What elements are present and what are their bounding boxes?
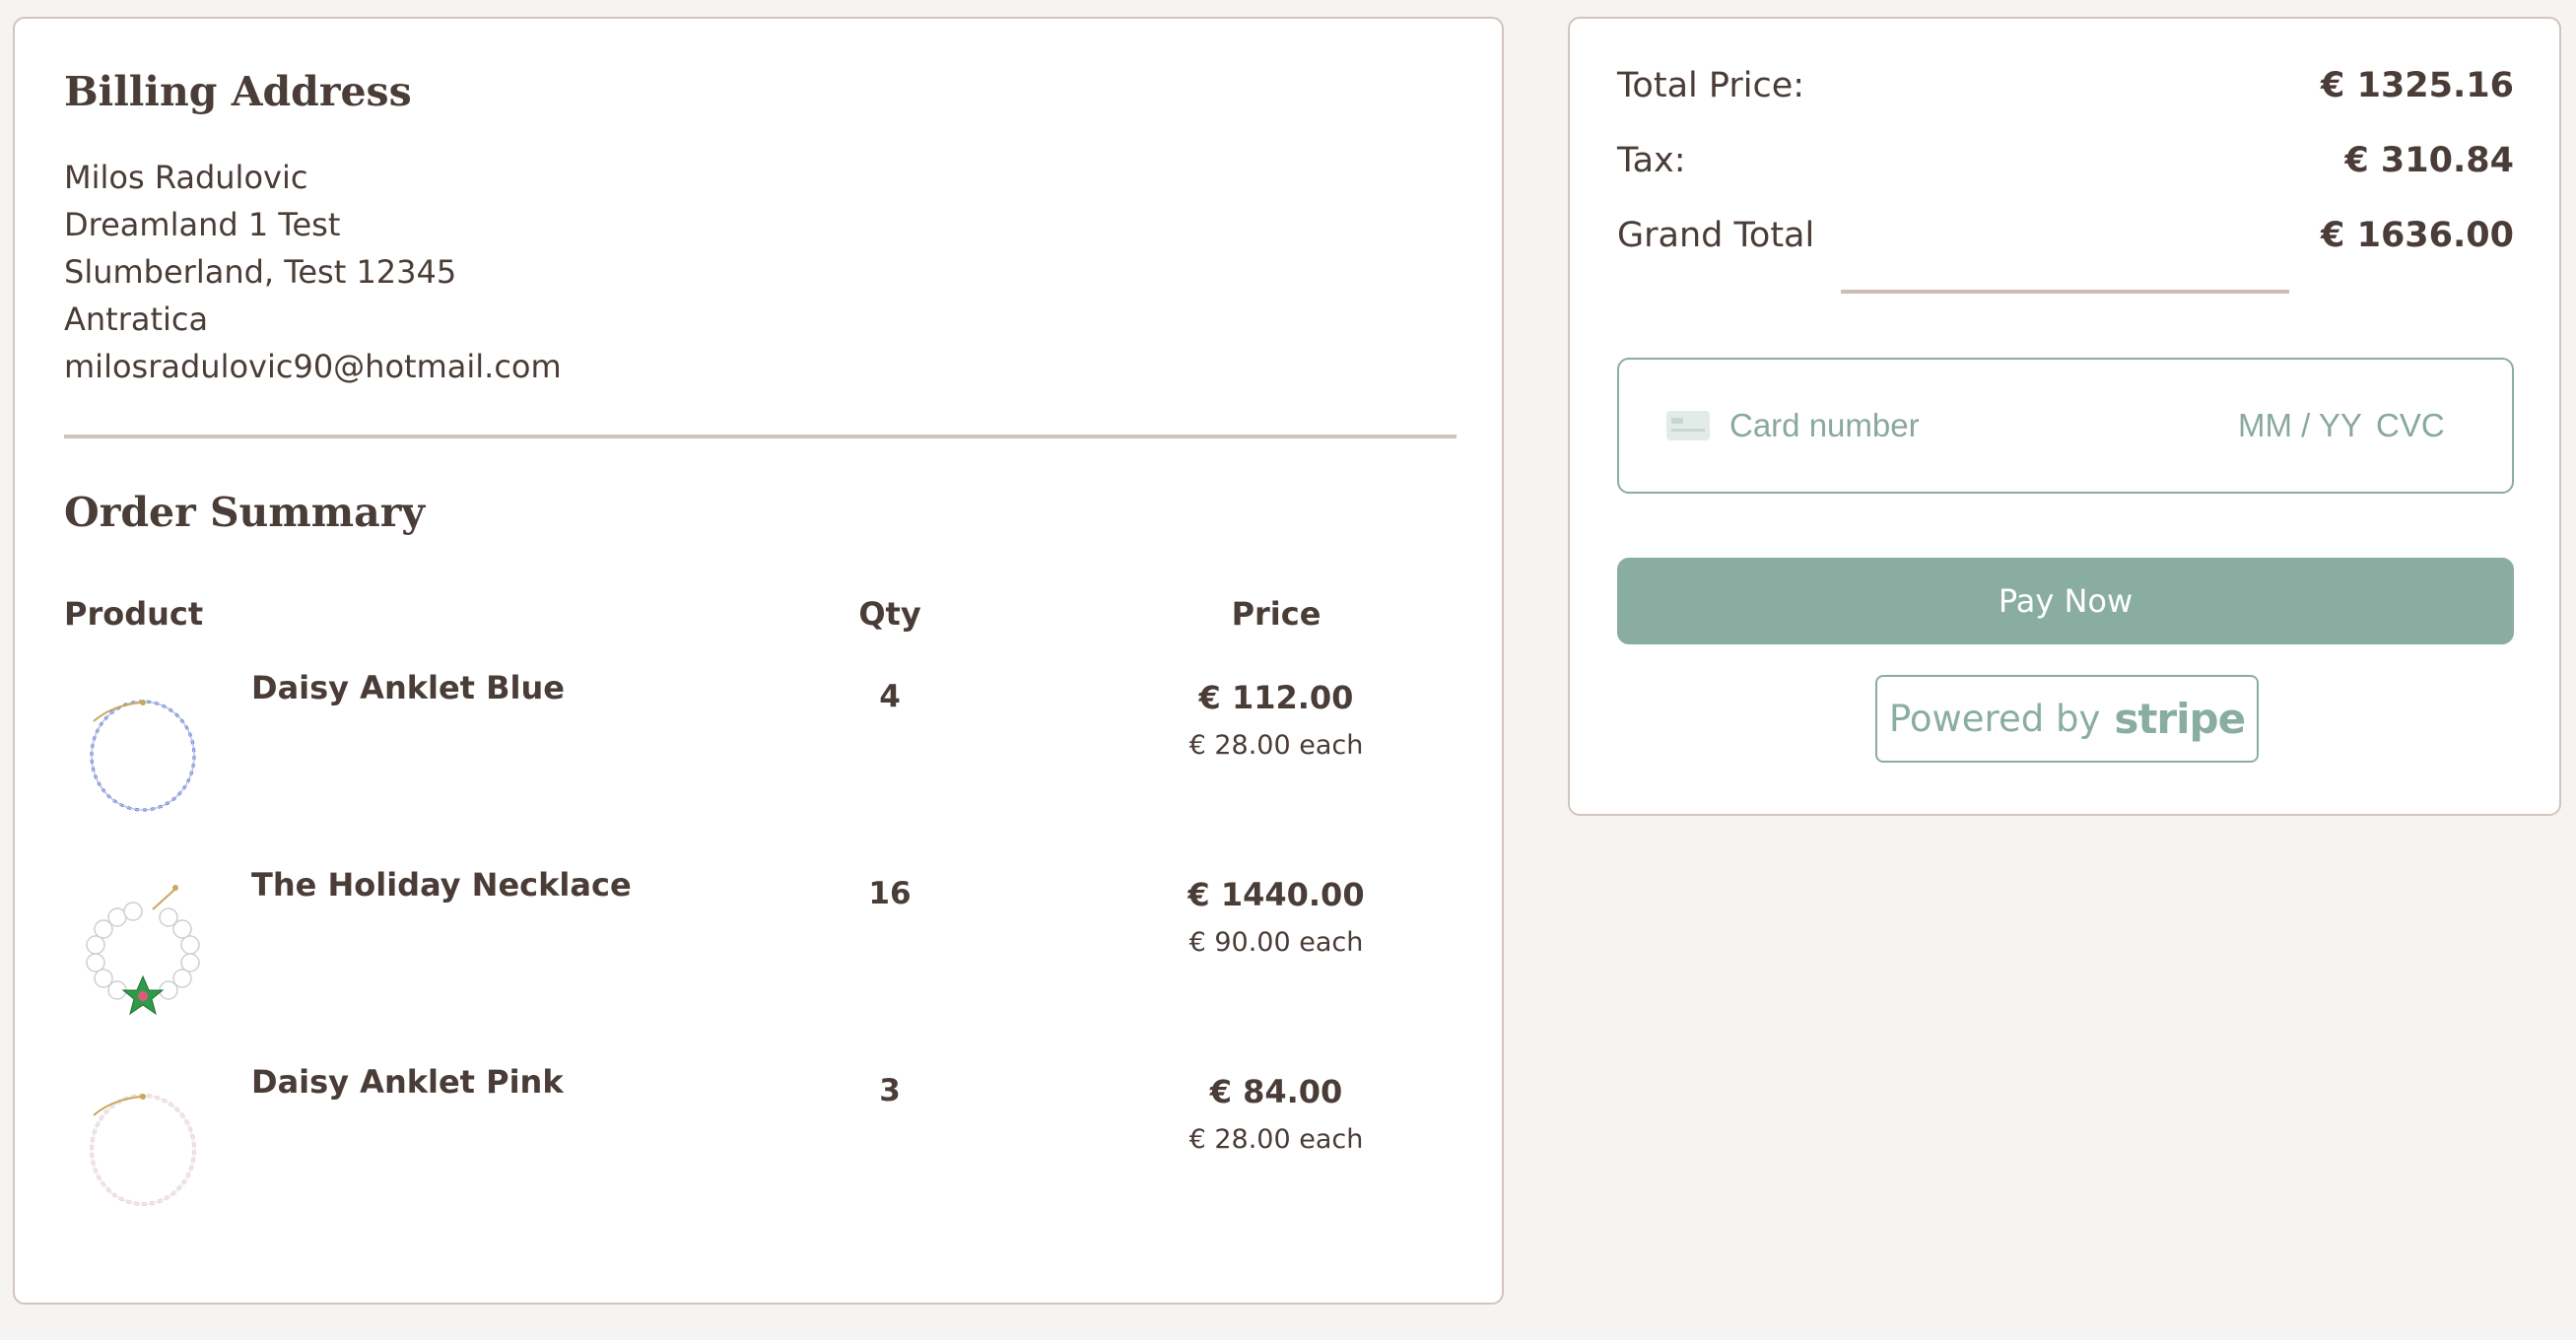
card-cvc-input[interactable]: CVC — [2376, 407, 2445, 444]
card-expiry-input[interactable]: MM / YY — [2238, 407, 2362, 444]
product-unit-price: € 90.00 each — [1188, 927, 1364, 958]
tax-row: Tax: € 310.84 — [1617, 141, 2514, 190]
product-qty: 16 — [868, 876, 912, 911]
card-number-input[interactable]: Card number — [1729, 407, 1920, 444]
product-name: Daisy Anklet Pink — [251, 1063, 564, 1101]
grand-total-value: € 1636.00 — [2321, 216, 2514, 255]
section-divider — [64, 435, 1457, 438]
tax-value: € 310.84 — [2344, 141, 2514, 180]
total-price-row: Total Price: € 1325.16 — [1617, 66, 2514, 115]
billing-country: Antratica — [64, 301, 209, 338]
total-price-value: € 1325.16 — [2321, 66, 2514, 105]
holiday-necklace-image — [74, 880, 212, 1018]
billing-order-card: Billing Address Milos Radulovic Dreamlan… — [13, 17, 1504, 1305]
product-name: The Holiday Necklace — [251, 866, 632, 904]
tax-label: Tax: — [1617, 141, 1686, 180]
column-header-qty: Qty — [858, 595, 921, 633]
billing-city: Slumberland, Test 12345 — [64, 253, 457, 291]
total-price-label: Total Price: — [1617, 66, 1805, 105]
billing-address-title: Billing Address — [64, 68, 412, 115]
payment-card: Total Price: € 1325.16 Tax: € 310.84 Gra… — [1568, 17, 2561, 816]
credit-card-icon — [1666, 411, 1710, 440]
product-total-price: € 1440.00 — [1187, 876, 1365, 913]
product-unit-price: € 28.00 each — [1188, 730, 1364, 761]
order-summary-title: Order Summary — [64, 489, 426, 536]
product-total-price: € 112.00 — [1198, 679, 1354, 716]
powered-by-stripe-badge[interactable]: Powered by stripe — [1875, 675, 2259, 763]
order-item-row: Daisy Anklet Pink 3 € 84.00 € 28.00 each — [15, 1063, 1502, 1250]
billing-street: Dreamland 1 Test — [64, 206, 341, 243]
stripe-logo: stripe — [2114, 695, 2246, 743]
grand-total-row: Grand Total € 1636.00 — [1617, 216, 2514, 265]
card-input-field[interactable]: Card number MM / YY CVC — [1617, 358, 2514, 494]
order-item-row: The Holiday Necklace 16 € 1440.00 € 90.0… — [15, 866, 1502, 1053]
product-qty: 3 — [879, 1073, 901, 1108]
pink-anklet-image — [74, 1071, 212, 1209]
grand-total-label: Grand Total — [1617, 216, 1815, 255]
order-item-row: Daisy Anklet Blue 4 € 112.00 € 28.00 eac… — [15, 669, 1502, 856]
billing-name: Milos Radulovic — [64, 159, 308, 196]
billing-email: milosradulovic90@hotmail.com — [64, 348, 562, 385]
powered-by-label: Powered by — [1888, 698, 2101, 740]
product-qty: 4 — [879, 679, 901, 714]
column-header-price: Price — [1231, 595, 1322, 633]
product-unit-price: € 28.00 each — [1188, 1124, 1364, 1155]
blue-anklet-image — [74, 677, 212, 815]
pay-now-button[interactable]: Pay Now — [1617, 558, 2514, 644]
grand-total-underline — [1841, 290, 2289, 294]
column-header-product: Product — [64, 595, 204, 633]
product-total-price: € 84.00 — [1209, 1073, 1343, 1110]
product-name: Daisy Anklet Blue — [251, 669, 565, 706]
